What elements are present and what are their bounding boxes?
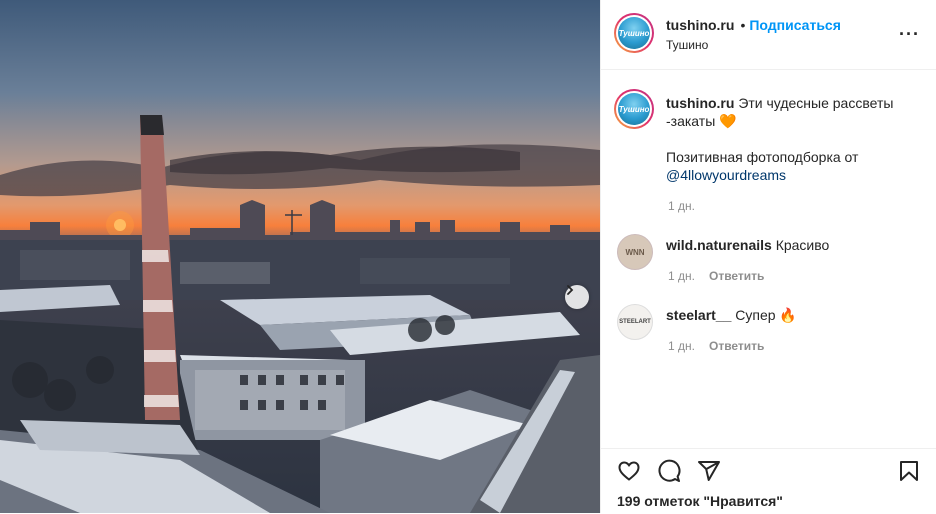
caption-time[interactable]: 1 дн. [668, 199, 695, 213]
likes-count[interactable]: 199 отметок "Нравится" [617, 493, 783, 509]
comment-text: wild.naturenails Красиво [666, 236, 916, 254]
commenter-avatar[interactable]: WNN [617, 234, 653, 270]
location-link[interactable]: Тушино [666, 38, 708, 52]
caption-meta: 1 дн. [668, 199, 695, 213]
post-side-panel: Тушино tushino.ru • Подписаться Тушино ···… [600, 0, 936, 513]
comments-list[interactable]: Тушино tushino.ru Эти чудесные рассветы … [601, 70, 936, 448]
avatar-logo: Тушино [618, 17, 650, 49]
more-dots-icon[interactable]: ··· [899, 25, 920, 43]
chevron-right-icon [567, 285, 574, 295]
heart-icon[interactable] [617, 459, 641, 483]
post-actions: 199 отметок "Нравится" [601, 448, 936, 514]
author-avatar[interactable]: Тушино [614, 13, 654, 53]
follow-button[interactable]: Подписаться [749, 17, 841, 33]
share-icon[interactable] [697, 459, 721, 483]
post-header: Тушино tushino.ru • Подписаться Тушино ··· [601, 0, 936, 70]
separator-dot: • [740, 17, 746, 33]
comment-time[interactable]: 1 дн. [668, 269, 695, 283]
caption-line1: Эти чудесные рассветы [738, 95, 894, 111]
caption-line2: -закаты 🧡 [666, 113, 737, 129]
comment-meta: 1 дн. Ответить [668, 339, 764, 353]
comment-body: Супер 🔥 [735, 307, 797, 323]
reply-button[interactable]: Ответить [709, 269, 764, 283]
bookmark-icon[interactable] [897, 459, 921, 483]
sunrise-cityscape-image [0, 115, 600, 513]
caption-username[interactable]: tushino.ru [666, 95, 734, 111]
comment-body: Красиво [775, 237, 830, 253]
comment-icon[interactable] [657, 459, 681, 483]
commenter-username[interactable]: steelart__ [666, 307, 731, 323]
caption-line3: Позитивная фотоподборка от [666, 149, 859, 165]
caption-avatar-logo: Тушино [618, 93, 650, 125]
comment-time[interactable]: 1 дн. [668, 339, 695, 353]
commenter-avatar[interactable]: STEELART [617, 304, 653, 340]
header-user-line: tushino.ru • Подписаться [666, 17, 841, 33]
caption-mention-link[interactable]: @4llowyourdreams [666, 167, 786, 183]
comment-text: steelart__ Супер 🔥 [666, 306, 916, 324]
reply-button[interactable]: Ответить [709, 339, 764, 353]
caption-author-avatar[interactable]: Тушино [614, 89, 654, 129]
caption-text: tushino.ru Эти чудесные рассветы -закаты… [666, 94, 916, 184]
next-photo-button[interactable] [565, 285, 589, 309]
author-username[interactable]: tushino.ru [666, 17, 734, 33]
comment-meta: 1 дн. Ответить [668, 269, 764, 283]
commenter-username[interactable]: wild.naturenails [666, 237, 772, 253]
post-photo[interactable] [0, 0, 600, 513]
